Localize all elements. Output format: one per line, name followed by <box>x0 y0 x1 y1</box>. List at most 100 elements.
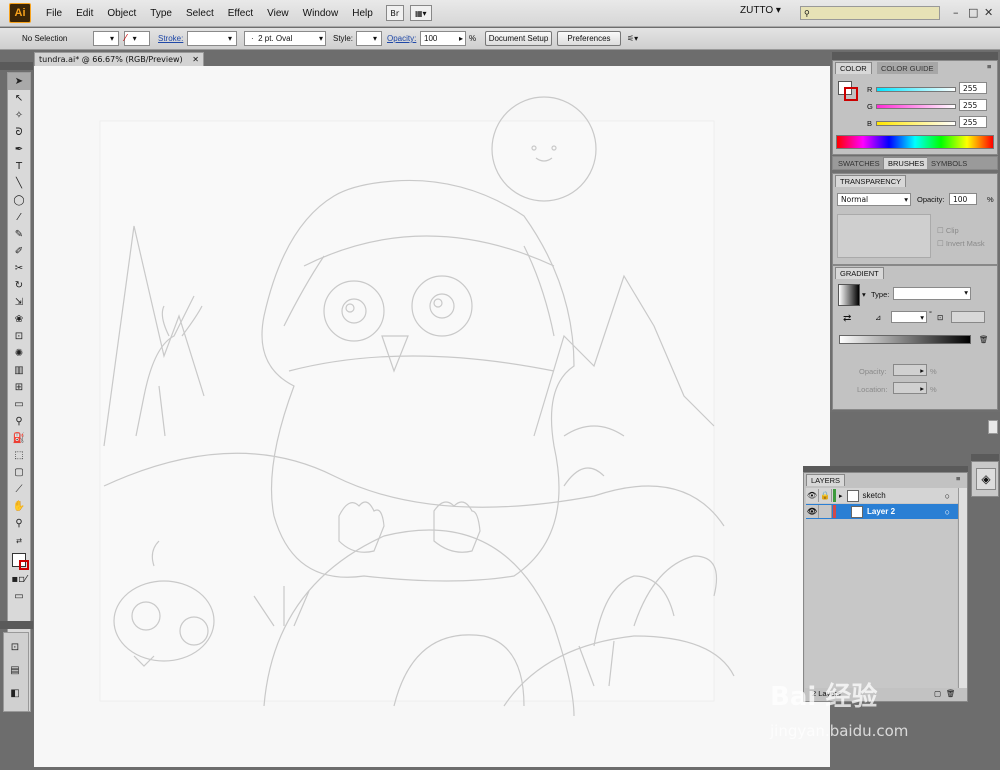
free-transform-tool-icon[interactable]: ⊡ <box>8 328 30 345</box>
rotate-tool-icon[interactable]: ↻ <box>8 277 30 294</box>
layer-name[interactable]: sketch <box>863 491 886 500</box>
target-circle-icon[interactable]: ○ <box>945 507 950 517</box>
visibility-eye-icon[interactable]: 👁 <box>806 505 819 518</box>
menu-object[interactable]: Object <box>100 8 143 19</box>
stroke-color-dropdown[interactable]: ⁄ ▾ <box>124 31 150 46</box>
channel-b-value[interactable]: 255 <box>959 116 987 128</box>
gradient-swatch-dropdown-icon[interactable]: ▾ <box>862 290 866 299</box>
stroke-swatch[interactable] <box>844 87 858 101</box>
column-graph-tool-icon[interactable]: ▥ <box>8 362 30 379</box>
zoom-tool-icon[interactable]: ⚲ <box>8 515 30 532</box>
invert-mask-checkbox[interactable]: ☐ Invert Mask <box>937 239 985 248</box>
tab-color-guide[interactable]: COLOR GUIDE <box>877 62 938 74</box>
workspace-switcher[interactable]: ZUTTO ▾ <box>740 5 781 16</box>
selection-tool-icon[interactable]: ➤ <box>8 73 30 90</box>
layer-row-sketch[interactable]: 👁 🔒 ▸ sketch ○ <box>806 488 958 503</box>
reverse-gradient-icon[interactable]: ⇄ <box>843 313 851 324</box>
delete-stop-icon[interactable]: 🗑 <box>979 335 989 344</box>
color-spectrum[interactable] <box>836 135 994 149</box>
visibility-eye-icon[interactable]: 👁 <box>806 489 819 502</box>
gradient-tool-icon[interactable]: ▭ <box>8 396 30 413</box>
artboard-tool-icon[interactable]: ▢ <box>8 464 30 481</box>
layer-row-layer-2[interactable]: 👁 Layer 2 ○ <box>806 504 958 519</box>
hand-tool-icon[interactable]: ✋ <box>8 498 30 515</box>
stroke-link[interactable]: Stroke: <box>158 31 183 46</box>
tab-transparency[interactable]: TRANSPARENCY <box>835 175 907 187</box>
graphic-style-dropdown[interactable]: ▾ <box>356 31 382 46</box>
menu-window[interactable]: Window <box>296 8 346 19</box>
color-mode-icon[interactable]: ▪▫⁄ <box>8 571 30 588</box>
screen-mode-icon[interactable]: ▭ <box>8 588 30 605</box>
swap-colors-icon[interactable]: ⇄ <box>8 532 30 549</box>
opacity-link[interactable]: Opacity: <box>387 31 416 46</box>
target-circle-icon[interactable]: ○ <box>945 491 950 501</box>
menu-type[interactable]: Type <box>143 8 179 19</box>
scale-tool-icon[interactable]: ⇲ <box>8 294 30 311</box>
tab-brushes[interactable]: BRUSHES <box>883 157 930 169</box>
align-panel-icon[interactable]: ▤ <box>4 662 26 679</box>
delete-layer-icon[interactable]: 🗑 <box>946 689 956 698</box>
lasso-tool-icon[interactable]: ᘐ <box>8 124 30 141</box>
tab-gradient[interactable]: GRADIENT <box>835 267 884 279</box>
gradient-slider[interactable] <box>839 335 971 344</box>
channel-g-value[interactable]: 255 <box>959 99 987 111</box>
gradient-angle-field[interactable]: ▾ <box>891 311 927 323</box>
close-document-icon[interactable]: ✕ <box>192 55 199 64</box>
menu-file[interactable]: File <box>39 8 69 19</box>
ellipse-tool-icon[interactable]: ◯ <box>8 192 30 209</box>
layers-panel-menu-icon[interactable]: ≡ <box>956 474 960 483</box>
arrange-documents-icon[interactable]: ▦▾ <box>409 5 432 21</box>
blob-brush-tool-icon[interactable]: ✐ <box>8 243 30 260</box>
stroke-weight-field[interactable]: ▾ <box>187 31 237 46</box>
gradient-location-field[interactable]: ▸ <box>893 382 927 394</box>
scissors-tool-icon[interactable]: ✂ <box>8 260 30 277</box>
minimize-button[interactable]: – <box>953 6 959 19</box>
pen-tool-icon[interactable]: ✒ <box>8 141 30 158</box>
layer-name[interactable]: Layer 2 <box>867 507 895 516</box>
tab-color[interactable]: COLOR <box>835 62 872 74</box>
menu-help[interactable]: Help <box>345 8 380 19</box>
artboard-canvas[interactable] <box>34 66 830 767</box>
menu-edit[interactable]: Edit <box>69 8 100 19</box>
channel-r-slider[interactable] <box>876 87 956 92</box>
line-tool-icon[interactable]: ╲ <box>8 175 30 192</box>
gradient-stop-opacity-field[interactable]: ▸ <box>893 364 927 376</box>
tab-symbols[interactable]: SYMBOLS <box>927 157 972 169</box>
mesh-tool-icon[interactable]: ⊞ <box>8 379 30 396</box>
slice-tool-icon[interactable]: ⟋ <box>8 481 30 498</box>
paintbrush-tool-icon[interactable]: ⁄ <box>8 209 30 226</box>
clip-checkbox[interactable]: ☐ Clip <box>937 226 959 235</box>
pencil-tool-icon[interactable]: ✎ <box>8 226 30 243</box>
preferences-button[interactable]: Preferences <box>557 31 621 46</box>
channel-b-slider[interactable] <box>876 121 956 126</box>
artboards-panel-icon[interactable]: ⊡ <box>4 639 26 656</box>
expand-triangle-icon[interactable]: ▸ <box>839 492 843 500</box>
menu-select[interactable]: Select <box>179 8 221 19</box>
brush-definition-dropdown[interactable]: · 2 pt. Oval ▾ <box>244 31 326 46</box>
lock-icon[interactable]: 🔒 <box>819 489 832 502</box>
new-layer-icon[interactable]: ▢ <box>934 689 941 698</box>
transparency-opacity-value[interactable]: 100 <box>949 193 977 205</box>
live-paint-selection-tool-icon[interactable]: ⬚ <box>8 447 30 464</box>
gradient-aspect-field[interactable] <box>951 311 985 323</box>
menu-effect[interactable]: Effect <box>221 8 260 19</box>
panel-menu-icon[interactable]: ≡ <box>987 62 991 71</box>
layers-scrollbar[interactable] <box>958 488 967 688</box>
fill-stroke-swatch-icon[interactable] <box>8 549 30 571</box>
document-setup-button[interactable]: Document Setup <box>485 31 552 46</box>
tab-swatches[interactable]: SWATCHES <box>834 157 884 169</box>
channel-g-slider[interactable] <box>876 104 956 109</box>
opacity-mask-thumbnail[interactable] <box>837 214 931 258</box>
blend-mode-dropdown[interactable]: Normal ▾ <box>837 193 911 206</box>
layers-panel-icon[interactable]: ◈ <box>976 468 996 490</box>
type-tool-icon[interactable]: T <box>8 158 30 175</box>
gradient-type-dropdown[interactable]: ▾ <box>893 287 971 300</box>
maximize-button[interactable]: □ <box>968 6 978 19</box>
close-button[interactable]: ✕ <box>984 6 993 19</box>
gradient-swatch[interactable] <box>838 284 860 306</box>
opacity-field[interactable]: 100 ▸ <box>420 31 466 46</box>
fill-color-dropdown[interactable]: ▾ <box>93 31 119 46</box>
search-help-field[interactable]: ⚲ <box>800 6 940 20</box>
symbol-sprayer-tool-icon[interactable]: ✺ <box>8 345 30 362</box>
tab-layers[interactable]: LAYERS <box>806 474 846 486</box>
